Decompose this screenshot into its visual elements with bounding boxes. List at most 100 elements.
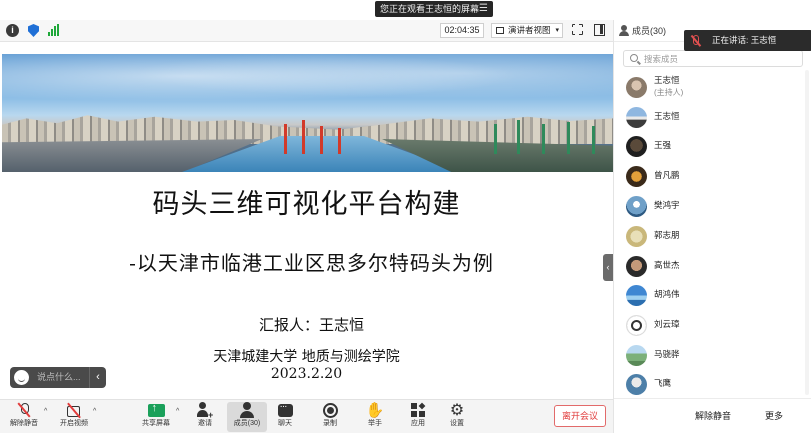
member-name: 王志恒	[654, 75, 680, 85]
share-options-chevron-icon[interactable]: ^	[176, 408, 179, 415]
person-icon	[619, 25, 629, 36]
record-button[interactable]: 录制	[310, 402, 350, 432]
member-role: (主持人)	[654, 88, 684, 97]
mic-muted-icon	[17, 402, 31, 418]
avatar	[626, 374, 647, 395]
avatar	[626, 226, 647, 247]
shield-icon[interactable]	[28, 24, 39, 37]
participants-icon	[239, 402, 255, 418]
member-search-input[interactable]	[644, 52, 794, 65]
unmute-button[interactable]: 解除静音	[4, 402, 44, 432]
gear-icon: ⚙	[449, 402, 465, 419]
avatar	[626, 136, 647, 157]
member-row[interactable]: 胡鸿伟	[614, 280, 811, 310]
member-row[interactable]: 王志恒 (主持人)	[614, 72, 811, 102]
meeting-window: 您正在观看王志恒的屏幕 ☰ i 02:04:35 演讲者视图 ▾ 码头三维可视化…	[0, 0, 811, 433]
apps-label: 应用	[411, 420, 425, 427]
sidebar-toggle-icon[interactable]	[594, 24, 605, 36]
record-icon	[322, 403, 338, 418]
invite-icon: +	[197, 402, 213, 420]
invite-label: 邀请	[198, 420, 212, 427]
fullscreen-icon[interactable]	[571, 23, 583, 35]
speaker-view-icon	[496, 27, 504, 34]
settings-button[interactable]: ⚙ 设置	[437, 402, 477, 432]
avatar	[626, 345, 647, 366]
member-row[interactable]: 樊鸿宇	[614, 191, 811, 221]
slide-reporter: 汇报人：王志恒	[258, 316, 364, 334]
start-video-button[interactable]: 开启视频	[54, 402, 94, 432]
member-name: 刘云璋	[654, 319, 680, 329]
signal-strength-icon[interactable]	[48, 24, 60, 36]
raise-hand-icon: ✋	[365, 402, 385, 419]
slide-title: 码头三维可视化平台构建	[152, 189, 461, 220]
top-banner: 您正在观看王志恒的屏幕 ☰	[0, 0, 811, 20]
top-toolbar: i 02:04:35 演讲者视图 ▾	[0, 20, 613, 42]
raise-hand-label: 举手	[368, 420, 382, 427]
chat-button[interactable]: 聊天	[265, 401, 305, 432]
shared-screen-slide: 码头三维可视化平台构建 -以天津市临港工业区思多尔特码头为例 汇报人：王志恒 天…	[0, 42, 613, 399]
unmute-label: 解除静音	[10, 420, 38, 427]
reaction-bar: 说点什么... ‹	[10, 367, 106, 388]
participants-label: 成员(30)	[233, 420, 261, 427]
video-options-chevron-icon[interactable]: ^	[93, 408, 96, 415]
unmute-all-button[interactable]: 解除静音	[689, 407, 737, 426]
apps-icon	[410, 402, 426, 418]
speaking-indicator: 正在讲话: 王志恒	[684, 30, 811, 51]
camera-off-icon	[66, 402, 82, 418]
avatar	[626, 77, 647, 98]
share-screen-label: 共享屏幕	[142, 420, 170, 427]
invite-button[interactable]: + 邀请	[185, 402, 225, 432]
info-icon[interactable]: i	[6, 24, 19, 37]
participants-panel-footer: 解除静音 更多	[614, 398, 811, 433]
member-row[interactable]: 郭志朋	[614, 221, 811, 251]
apps-button[interactable]: 应用	[398, 402, 438, 432]
slide-institution: 天津城建大学 地质与测绘学院	[213, 349, 400, 365]
avatar	[626, 166, 647, 187]
viewing-screen-indicator[interactable]: 您正在观看王志恒的屏幕 ☰	[375, 1, 493, 17]
avatar	[626, 256, 647, 277]
member-row[interactable]: 曾凡鹏	[614, 161, 811, 191]
member-row[interactable]: 飞鹰	[614, 369, 811, 399]
member-row[interactable]: 刘云璋	[614, 310, 811, 340]
member-name: 胡鸿伟	[654, 289, 680, 299]
member-search[interactable]	[623, 50, 803, 67]
avatar	[626, 285, 647, 306]
participants-panel-title: 成员(30)	[632, 26, 667, 36]
view-mode-select[interactable]: 演讲者视图 ▾	[491, 23, 563, 38]
member-name: 樊鸿宇	[654, 200, 680, 210]
settings-label: 设置	[450, 420, 464, 427]
member-name: 王志恒	[654, 111, 680, 121]
member-row[interactable]: 高世杰	[614, 251, 811, 281]
member-row[interactable]: 王志恒	[614, 102, 811, 132]
panel-collapse-handle[interactable]: ‹	[603, 254, 613, 281]
more-button[interactable]: 更多	[756, 407, 792, 426]
collapse-icon[interactable]: ‹	[89, 367, 106, 388]
quick-chat-input[interactable]: 说点什么...	[37, 370, 81, 385]
audio-options-chevron-icon[interactable]: ^	[44, 408, 47, 415]
emoji-icon[interactable]	[14, 370, 29, 385]
member-name: 王强	[654, 140, 672, 150]
member-name: 高世杰	[654, 260, 680, 270]
viewing-screen-text: 您正在观看王志恒的屏幕	[380, 4, 480, 14]
member-name: 郭志朋	[654, 230, 680, 240]
member-name: 马骁骅	[654, 349, 680, 359]
member-list-scrollbar[interactable]	[805, 70, 809, 395]
leave-meeting-button[interactable]: 离开会议	[554, 405, 606, 427]
view-options-icon[interactable]: ☰	[479, 1, 488, 17]
meeting-timer: 02:04:35	[440, 23, 484, 38]
participants-panel: 成员(30) 正在讲话: 王志恒 王志恒 (主持人) 王志恒 王强 曾凡鹏	[613, 20, 811, 433]
share-screen-button[interactable]: 共享屏幕	[136, 402, 176, 432]
raise-hand-button[interactable]: ✋ 举手	[355, 402, 395, 432]
search-icon	[630, 54, 638, 62]
avatar	[626, 107, 647, 128]
member-row[interactable]: 王强	[614, 131, 811, 161]
bottom-control-bar: 解除静音 ^ 开启视频 ^ 共享屏幕 ^ + 邀请 成员(30) 聊天 录制	[0, 399, 613, 433]
record-label: 录制	[323, 420, 337, 427]
participants-button[interactable]: 成员(30)	[227, 402, 267, 432]
member-row[interactable]: 马骁骅	[614, 340, 811, 370]
start-video-label: 开启视频	[60, 420, 88, 427]
port-banner-image	[2, 54, 613, 172]
member-name: 曾凡鹏	[654, 170, 680, 180]
view-mode-label: 演讲者视图	[508, 25, 551, 35]
speaking-text: 正在讲话: 王志恒	[712, 35, 777, 45]
